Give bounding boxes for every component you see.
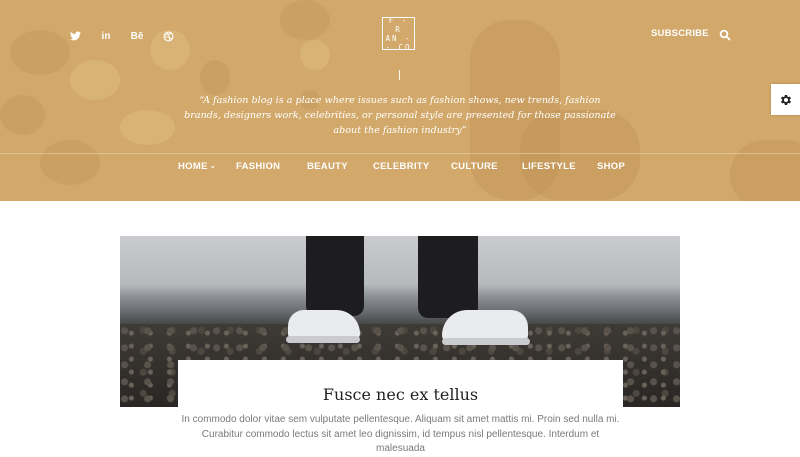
post-excerpt: In commodo dolor vitae sem vulputate pel… (178, 413, 623, 457)
chevron-down-icon: ⌄ (209, 163, 216, 170)
settings-button[interactable] (771, 84, 800, 115)
site-tagline: “A fashion blog is a place where issues … (184, 95, 616, 136)
twitter-icon[interactable] (68, 29, 82, 43)
excerpt-line: In commodo dolor vitae sem vulputate pel… (181, 414, 620, 425)
background-pattern (280, 0, 330, 40)
background-pattern (200, 60, 230, 95)
excerpt-line: Curabitur commodo lectus sit amet leo di… (201, 428, 600, 455)
logo-line: F - R (388, 15, 409, 34)
dribbble-icon[interactable] (161, 29, 175, 43)
image-mist (120, 284, 680, 324)
image-leg (418, 236, 478, 318)
subscribe-link[interactable]: SUBSCRIBE (651, 28, 709, 39)
background-pattern (70, 60, 120, 100)
nav-item-beauty[interactable]: BEAUTY (307, 161, 348, 172)
nav-item-label: HOME (178, 161, 208, 172)
header-divider (399, 70, 400, 80)
site-logo[interactable]: F - R AN - - CO (382, 15, 415, 52)
gear-icon (780, 94, 791, 105)
behance-icon[interactable]: Bē (130, 29, 144, 43)
logo-line: - CO (385, 42, 412, 52)
background-pattern (120, 110, 175, 145)
post-card: Fusce nec ex tellus In commodo dolor vit… (178, 360, 623, 454)
post-title[interactable]: Fusce nec ex tellus (178, 385, 623, 404)
background-pattern (300, 40, 330, 70)
search-icon[interactable] (719, 28, 731, 41)
social-links: in Bē (68, 29, 175, 43)
image-shoe-sole (442, 338, 530, 345)
nav-item-home[interactable]: HOME ⌄ (178, 161, 216, 172)
main-nav: HOME ⌄ FASHION BEAUTY CELEBRITY CULTURE L… (0, 161, 800, 177)
background-pattern (0, 95, 45, 135)
nav-item-shop[interactable]: SHOP (597, 161, 625, 172)
image-leg (306, 236, 364, 316)
linkedin-icon[interactable]: in (99, 29, 113, 43)
logo-line: AN - (385, 33, 412, 43)
background-pattern (10, 30, 70, 75)
image-shoe-sole (286, 336, 360, 343)
site-header: in Bē F - R AN - - CO SUBSCRIBE “A fashi… (0, 0, 800, 201)
nav-item-culture[interactable]: CULTURE (451, 161, 498, 172)
nav-item-lifestyle[interactable]: LIFESTYLE (522, 161, 576, 172)
nav-divider (0, 153, 800, 154)
nav-item-fashion[interactable]: FASHION (236, 161, 280, 172)
nav-item-celebrity[interactable]: CELEBRITY (373, 161, 430, 172)
